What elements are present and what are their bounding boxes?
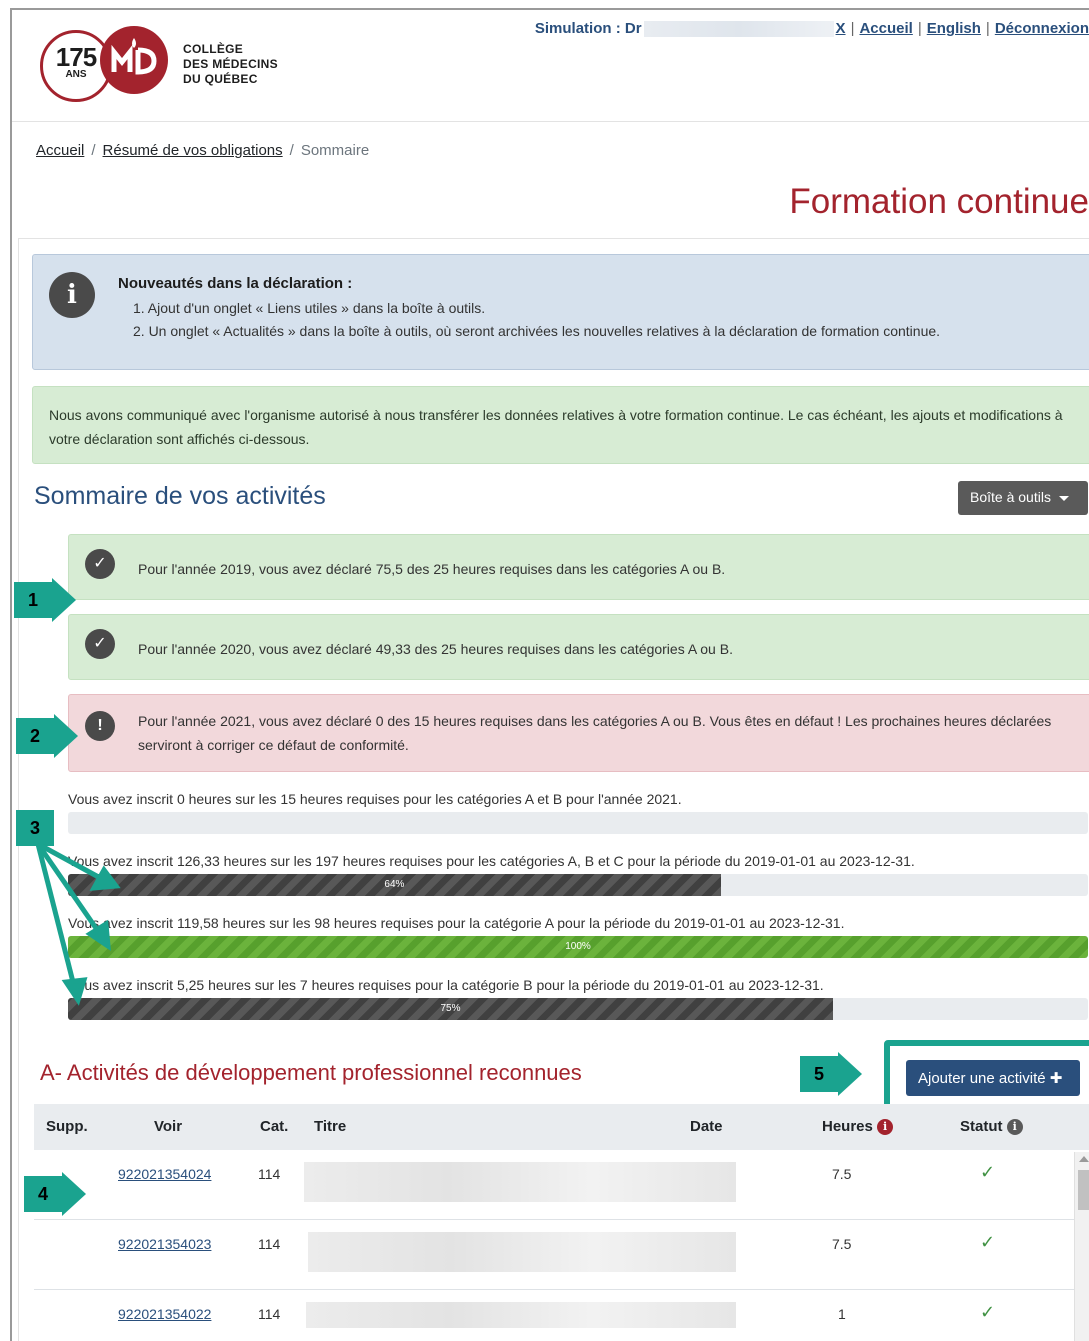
alert-text: Pour l'année 2021, vous avez déclaré 0 d… bbox=[138, 713, 1052, 753]
english-link[interactable]: English bbox=[927, 20, 981, 37]
col-date[interactable]: Date bbox=[690, 1118, 723, 1135]
page-title: Formation continue bbox=[789, 182, 1089, 221]
check-circle-icon: ✓ bbox=[85, 629, 115, 659]
top-user-bar: Simulation : Dr X | Accueil | English | Déconne… bbox=[534, 20, 1089, 38]
status-alert-2019: ✓ Pour l'année 2019, vous avez déclaré 7… bbox=[68, 534, 1089, 600]
fleur-de-lis-md-icon bbox=[111, 38, 157, 75]
breadcrumb: Accueil / Résumé de vos obligations / Sommai… bbox=[36, 142, 370, 159]
progress-text: Vous avez inscrit 126,33 heures sur les … bbox=[68, 853, 915, 869]
alert-text: Pour l'année 2020, vous avez déclaré 49,… bbox=[138, 641, 733, 657]
progress-fill: 64% bbox=[68, 874, 721, 896]
table-row: 922021354022 114 1 ✓ bbox=[34, 1290, 1074, 1341]
scroll-up-icon[interactable] bbox=[1079, 1156, 1089, 1162]
news-list: 1. Ajout d'un onglet « Liens utiles » da… bbox=[133, 297, 940, 343]
redacted-title bbox=[304, 1162, 736, 1202]
news-title: Nouveautés dans la déclaration : bbox=[118, 275, 353, 292]
activity-hours: 7.5 bbox=[832, 1166, 852, 1182]
alert-text: Pour l'année 2019, vous avez déclaré 75,… bbox=[138, 561, 726, 577]
add-activity-button[interactable]: Ajouter une activité ✚ bbox=[906, 1060, 1080, 1096]
caret-down-icon bbox=[1058, 495, 1069, 501]
col-heures[interactable]: Heures i bbox=[822, 1118, 894, 1136]
info-icon: i bbox=[49, 272, 95, 318]
college-name-line: DU QUÉBEC bbox=[183, 72, 258, 86]
check-icon: ✓ bbox=[980, 1162, 996, 1182]
col-titre[interactable]: Titre bbox=[314, 1118, 346, 1135]
callout-arrow-icon bbox=[52, 578, 76, 622]
table-row: 922021354024 114 7.5 ✓ bbox=[34, 1150, 1074, 1220]
college-name-line: COLLÈGE bbox=[183, 42, 244, 56]
activity-category: 114 bbox=[258, 1306, 281, 1322]
progress-bar-2021 bbox=[68, 812, 1088, 834]
activity-hours: 7.5 bbox=[832, 1236, 852, 1252]
redacted-doctor-name bbox=[643, 21, 834, 38]
activity-link[interactable]: 922021354022 bbox=[118, 1306, 211, 1322]
activity-category: 114 bbox=[258, 1236, 281, 1252]
logout-link[interactable]: Déconnexion bbox=[995, 20, 1089, 37]
table-scrollbar[interactable] bbox=[1074, 1152, 1089, 1341]
exclamation-circle-icon: ! bbox=[85, 711, 115, 741]
data-transfer-notice: Nous avons communiqué avec l'organisme a… bbox=[32, 386, 1089, 464]
home-link[interactable]: Accueil bbox=[859, 20, 912, 37]
progress-bar-b: 75% bbox=[68, 998, 1088, 1020]
toolbox-label: Boîte à outils bbox=[970, 489, 1051, 505]
simulation-label: Simulation : Dr bbox=[534, 20, 642, 37]
progress-bar-abc: 64% bbox=[68, 874, 1088, 896]
activity-category: 114 bbox=[258, 1166, 281, 1182]
callout-number: 1 bbox=[14, 582, 52, 618]
callout-number: 4 bbox=[24, 1176, 62, 1212]
status-alert-2021: ! Pour l'année 2021, vous avez déclaré 0… bbox=[68, 694, 1089, 772]
activity-hours: 1 bbox=[838, 1306, 846, 1322]
progress-text: Vous avez inscrit 119,58 heures sur les … bbox=[68, 915, 845, 931]
check-circle-icon: ✓ bbox=[85, 549, 115, 579]
info-icon[interactable]: i bbox=[877, 1119, 894, 1136]
col-statut-label: Statut bbox=[960, 1118, 1003, 1135]
summary-title: Sommaire de vos activités bbox=[34, 482, 326, 510]
college-name: COLLÈGE DES MÉDECINS DU QUÉBEC bbox=[183, 42, 278, 87]
app-frame: 175 ANS COLLÈGE DES MÉDECINS DU QUÉBEC S… bbox=[10, 8, 1089, 1341]
col-cat[interactable]: Cat. bbox=[260, 1118, 288, 1135]
status-alert-2020: ✓ Pour l'année 2020, vous avez déclaré 4… bbox=[68, 614, 1089, 680]
progress-text: Vous avez inscrit 0 heures sur les 15 he… bbox=[68, 791, 682, 807]
check-icon: ✓ bbox=[980, 1302, 996, 1322]
toolbox-dropdown-button[interactable]: Boîte à outils bbox=[958, 481, 1088, 515]
news-item: 1. Ajout d'un onglet « Liens utiles » da… bbox=[133, 300, 486, 316]
plus-icon: ✚ bbox=[1049, 1070, 1063, 1087]
section-a-title: A- Activités de développement profession… bbox=[40, 1060, 582, 1085]
scroll-thumb[interactable] bbox=[1078, 1170, 1089, 1210]
activity-link[interactable]: 922021354024 bbox=[118, 1166, 211, 1182]
col-statut[interactable]: Statut i bbox=[960, 1118, 1023, 1136]
cmq-logo[interactable] bbox=[100, 26, 168, 94]
progress-bar-a: 100% bbox=[68, 936, 1088, 958]
college-name-line: DES MÉDECINS bbox=[183, 57, 278, 71]
check-icon: ✓ bbox=[980, 1232, 996, 1252]
news-info-alert: i Nouveautés dans la déclaration : 1. Aj… bbox=[32, 254, 1089, 370]
col-heures-label: Heures bbox=[822, 1118, 873, 1135]
progress-text: Vous avez inscrit 5,25 heures sur les 7 … bbox=[68, 977, 824, 993]
redacted-title bbox=[306, 1302, 736, 1328]
callout-arrows-icon bbox=[35, 841, 121, 1006]
col-voir[interactable]: Voir bbox=[154, 1118, 182, 1135]
breadcrumb-obligations[interactable]: Résumé de vos obligations bbox=[103, 142, 283, 159]
callout-arrow-icon bbox=[62, 1172, 86, 1216]
activity-link[interactable]: 922021354023 bbox=[118, 1236, 211, 1252]
add-activity-label: Ajouter une activité bbox=[918, 1070, 1046, 1087]
breadcrumb-home[interactable]: Accueil bbox=[36, 142, 84, 159]
progress-fill: 100% bbox=[68, 936, 1088, 958]
stop-simulation-link[interactable]: X bbox=[836, 20, 846, 37]
callout-number: 5 bbox=[800, 1056, 838, 1092]
callout-number: 2 bbox=[16, 718, 54, 754]
redacted-title bbox=[308, 1232, 736, 1272]
news-item: 2. Un onglet « Actualités » dans la boît… bbox=[133, 323, 941, 339]
callout-arrow-icon bbox=[54, 714, 78, 758]
activities-table-header: Supp. Voir Cat. Titre Date Heures i Stat… bbox=[34, 1104, 1089, 1150]
callout-arrow-icon bbox=[838, 1052, 862, 1096]
breadcrumb-current: Sommaire bbox=[300, 142, 370, 159]
progress-fill: 75% bbox=[68, 998, 833, 1020]
col-supp[interactable]: Supp. bbox=[46, 1118, 88, 1135]
info-icon[interactable]: i bbox=[1006, 1119, 1023, 1136]
table-row: 922021354023 114 7.5 ✓ bbox=[34, 1220, 1074, 1290]
site-header: 175 ANS COLLÈGE DES MÉDECINS DU QUÉBEC S… bbox=[12, 10, 1089, 122]
